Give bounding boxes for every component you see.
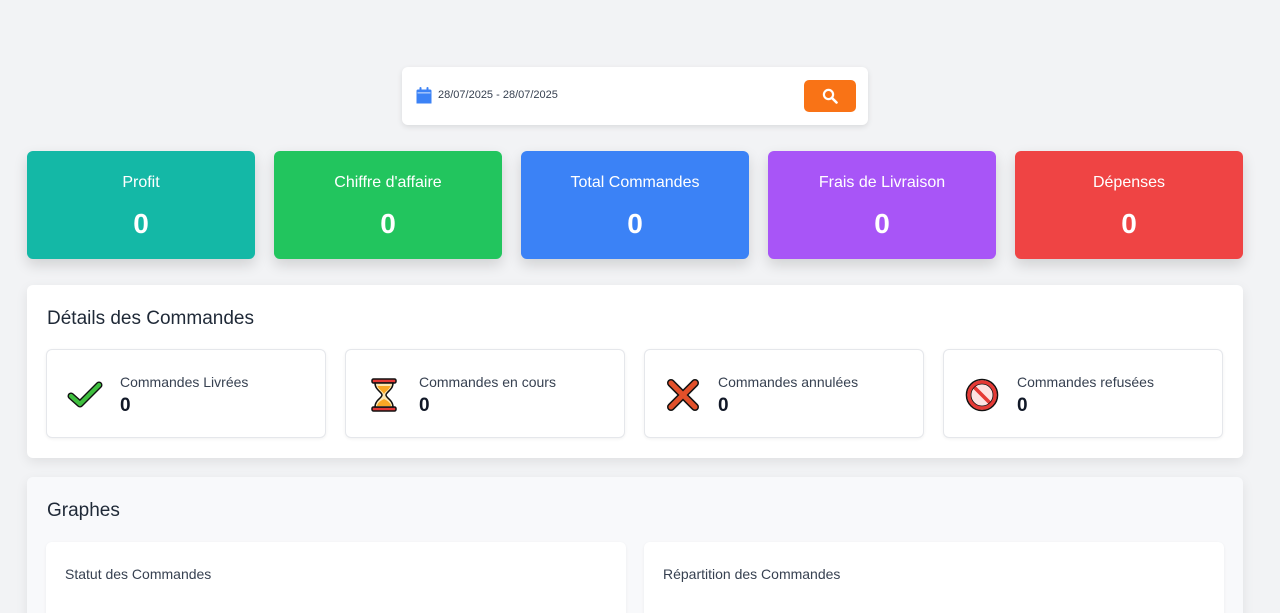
- graphs-panel: Graphes Statut des Commandes Répartition…: [27, 477, 1243, 613]
- detail-value: 0: [419, 395, 430, 416]
- graph-title: Statut des Commandes: [65, 566, 212, 582]
- detail-value: 0: [120, 395, 131, 416]
- detail-label: Commandes en cours: [419, 374, 556, 390]
- panel-title: Détails des Commandes: [47, 308, 254, 329]
- hourglass-icon: [371, 378, 397, 412]
- stat-label: Profit: [122, 174, 160, 191]
- check-mark-icon: [67, 381, 103, 408]
- detail-card-refused: Commandes refusées 0: [943, 349, 1223, 438]
- detail-value: 0: [1017, 395, 1028, 416]
- search-button[interactable]: [804, 80, 856, 112]
- calendar-icon[interactable]: [416, 87, 432, 104]
- graph-card-order-distribution: Répartition des Commandes: [644, 542, 1224, 613]
- cross-mark-icon: [667, 379, 699, 411]
- detail-card-cancelled: Commandes annulées 0: [644, 349, 924, 438]
- detail-value: 0: [718, 395, 729, 416]
- detail-card-in-progress: Commandes en cours 0: [345, 349, 625, 438]
- stat-label: Frais de Livraison: [818, 174, 946, 191]
- search-icon: [822, 88, 838, 104]
- stat-card-frais-livraison: Frais de Livraison 0: [768, 151, 996, 259]
- detail-label: Commandes annulées: [718, 374, 859, 390]
- stat-label: Total Commandes: [570, 174, 700, 191]
- detail-label: Commandes refusées: [1017, 374, 1154, 390]
- stat-value: 0: [627, 208, 643, 239]
- order-details-panel: Détails des Commandes Commandes Livrées …: [27, 285, 1243, 458]
- stat-value: 0: [133, 208, 149, 239]
- date-range-input[interactable]: 28/07/2025 - 28/07/2025: [438, 89, 558, 101]
- panel-title: Graphes: [47, 500, 120, 521]
- stat-card-depenses: Dépenses 0: [1015, 151, 1243, 259]
- detail-card-delivered: Commandes Livrées 0: [46, 349, 326, 438]
- stat-card-chiffre-affaire: Chiffre d'affaire 0: [274, 151, 502, 259]
- stat-card-profit: Profit 0: [27, 151, 255, 259]
- graph-card-order-status: Statut des Commandes: [46, 542, 626, 613]
- stat-label: Chiffre d'affaire: [334, 174, 442, 191]
- dashboard-page: 28/07/2025 - 28/07/2025 Profit 0 Chiffre…: [0, 0, 1280, 613]
- stat-value: 0: [874, 208, 890, 239]
- date-filter-bar: 28/07/2025 - 28/07/2025: [402, 67, 868, 125]
- stat-label: Dépenses: [1092, 174, 1166, 191]
- stat-card-total-commandes: Total Commandes 0: [521, 151, 749, 259]
- stat-value: 0: [1121, 208, 1137, 239]
- detail-label: Commandes Livrées: [120, 374, 249, 390]
- stat-value: 0: [380, 208, 396, 239]
- prohibited-icon: [965, 378, 999, 412]
- graph-title: Répartition des Commandes: [663, 566, 841, 582]
